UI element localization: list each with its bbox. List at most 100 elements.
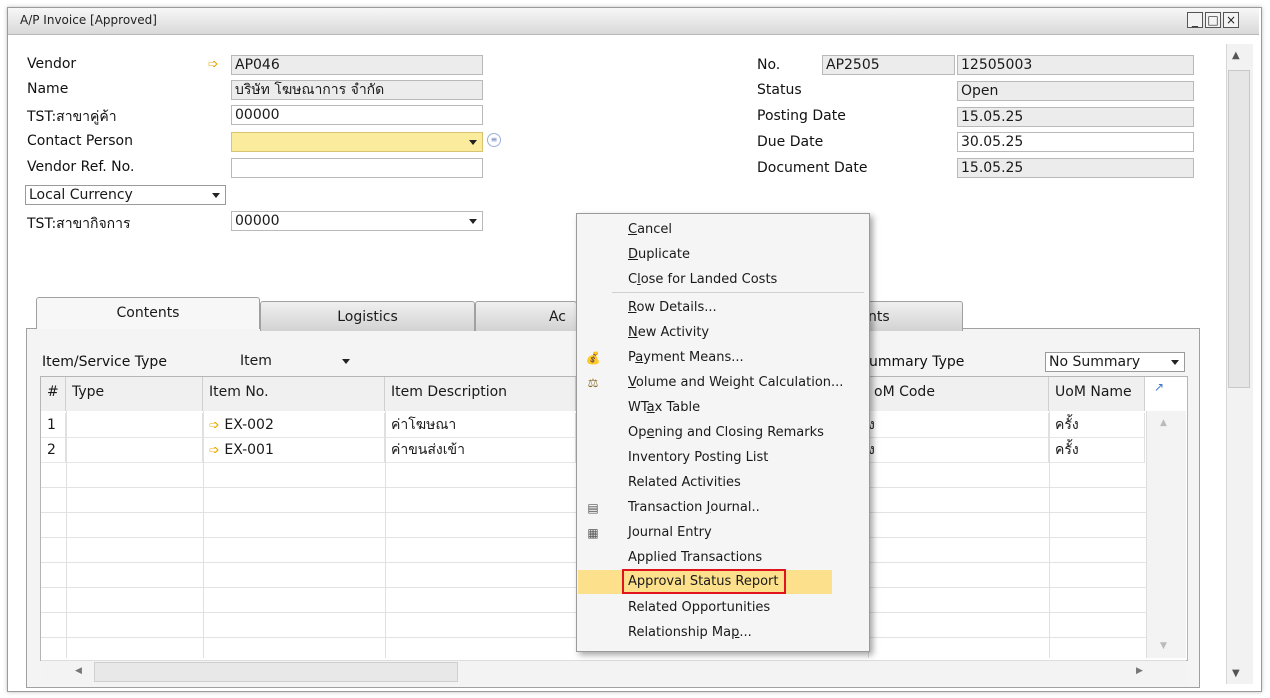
chevron-down-icon [1171,360,1179,365]
scroll-up-icon[interactable]: ▲ [1232,50,1240,61]
row1-num: 1 [41,413,66,438]
vendor-field[interactable]: AP046 [231,55,483,75]
menu-item-applied-transactions[interactable]: Applied Transactions [576,546,868,570]
name-field[interactable]: บริษัท โฆษณาการ จำกัด [231,80,483,100]
highlight-outline [622,569,786,594]
no-field[interactable]: 12505003 [957,55,1194,75]
vendor-label: Vendor [27,56,77,72]
status-field[interactable]: Open [957,81,1194,101]
mnemonic: V [628,375,636,390]
menu-item-new-activity[interactable]: New Activity [576,321,868,345]
col-divider [203,411,204,658]
mnemonic: C [628,222,638,237]
row1-item-no[interactable]: ➩ EX-002 [203,413,385,438]
no-series-field[interactable]: AP2505 [822,55,955,75]
contact-person-dropdown[interactable] [231,132,483,152]
due-date-field[interactable]: 30.05.25 [957,132,1194,152]
menu-item-label: olume and Weight Calculation... [635,375,844,390]
item-type-dropdown[interactable]: Item [237,352,355,372]
row2-num: 2 [41,438,66,463]
menu-item-journal-entry[interactable]: Journal Entry [576,521,868,545]
menu-item-label: ose for Landed Costs [640,272,778,287]
link-arrow-icon[interactable]: ➩ [209,443,220,458]
tst-biz-label: TST:สาขากิจการ [27,216,131,232]
h-scroll-thumb[interactable] [94,662,458,682]
scroll-up-icon[interactable]: ▲ [1160,418,1167,428]
menu-item-label: yment Means... [643,350,744,365]
menu-item-close-landed-costs[interactable]: Close for Landed Costs [576,268,868,292]
posting-date-field[interactable]: 15.05.25 [957,107,1194,127]
scroll-thumb[interactable] [1228,70,1250,388]
row2-uom-name[interactable]: ครั้ง [1049,438,1145,463]
row1-uom-name[interactable]: ครั้ง [1049,413,1145,438]
item-type-label: Item/Service Type [42,354,167,370]
col-divider [1049,411,1050,658]
summary-type-dropdown[interactable]: No Summary [1045,352,1185,372]
menu-item-label: WT [628,400,647,415]
menu-item-cancel[interactable]: Cancel [576,218,868,242]
menu-item-inventory-posting-list[interactable]: Inventory Posting List [576,446,868,470]
link-arrow-icon[interactable]: ➩ [209,418,220,433]
menu-item-label: C [628,272,638,287]
chevron-down-icon [469,140,477,145]
currency-value: Local Currency [29,187,133,203]
tab-logistics[interactable]: Logistics [260,301,475,331]
tst-branch-label: TST:สาขาคู่ค้า [27,109,117,125]
menu-item-opening-closing-remarks[interactable]: Opening and Closing Remarks [576,421,868,445]
grid-vertical-scrollbar[interactable] [1146,411,1186,658]
document-date-field[interactable]: 15.05.25 [957,158,1194,178]
col-header-type[interactable]: Type [66,377,203,411]
row1-description[interactable]: ค่าโฆษณา [385,413,576,438]
scroll-right-icon[interactable]: ▶ [1136,666,1143,676]
contact-person-label: Contact Person [27,133,133,149]
col-header-num[interactable]: # [41,377,66,411]
col-header-uom-name[interactable]: UoM Name [1049,377,1145,411]
mnemonic: N [628,325,638,340]
vendor-ref-label: Vendor Ref. No. [27,159,135,175]
col-divider [66,411,67,658]
row2-item-no[interactable]: ➩ EX-001 [203,438,385,463]
title-bar [8,8,1259,35]
col-header-item-no[interactable]: Item No. [203,377,385,411]
row2-type[interactable] [66,438,203,463]
scroll-down-icon[interactable]: ▼ [1160,641,1167,651]
menu-item-label: ning and Closing Remarks [654,425,824,440]
menu-item-payment-means[interactable]: Payment Means... [576,346,868,370]
menu-item-volume-weight[interactable]: Volume and Weight Calculation... [576,371,868,395]
row2-uom-code[interactable]: ง [868,438,1049,463]
window-title: A/P Invoice [Approved] [20,13,157,27]
expand-arrow-icon[interactable]: ↗ [1154,380,1164,394]
maximize-button[interactable]: □ [1205,12,1221,28]
currency-dropdown[interactable]: Local Currency [25,185,226,205]
col-header-item-description[interactable]: Item Description [385,377,576,411]
list-icon[interactable]: ≡ [487,133,501,147]
menu-item-label: Relationship Ma [628,625,732,640]
menu-item-relationship-map[interactable]: Relationship Map... [576,621,868,645]
status-label: Status [757,82,802,98]
close-button[interactable]: × [1223,12,1239,28]
minimize-button[interactable]: _ [1187,12,1203,28]
menu-item-related-activities[interactable]: Related Activities [576,471,868,495]
row1-type[interactable] [66,413,203,438]
tab-contents[interactable]: Contents [36,297,260,329]
due-date-label: Due Date [757,134,824,150]
menu-item-wtax-table[interactable]: WTax Table [576,396,868,420]
menu-item-row-details[interactable]: Row Details... [576,296,868,320]
tst-branch-field[interactable]: 00000 [231,105,483,125]
vendor-ref-field[interactable] [231,158,483,178]
summary-type-label: ummary Type [869,354,965,370]
tst-biz-dropdown[interactable]: 00000 [231,211,483,231]
row2-description[interactable]: ค่าขนส่งเข้า [385,438,576,463]
chevron-down-icon [469,219,477,224]
scroll-down-icon[interactable]: ▼ [1232,668,1240,679]
scroll-left-icon[interactable]: ◀ [75,666,82,676]
menu-item-duplicate[interactable]: Duplicate [576,243,868,267]
link-arrow-icon[interactable]: ➩ [208,57,219,72]
menu-item-label: ew Activity [637,325,710,340]
menu-item-transaction-journal[interactable]: Transaction Journal.. [576,496,868,520]
tab-accounting[interactable]: Ac [475,301,577,331]
mnemonic: D [628,247,639,262]
col-header-uom-code[interactable]: oM Code [868,377,1049,411]
menu-item-related-opportunities[interactable]: Related Opportunities [576,596,868,620]
row1-uom-code[interactable]: ง [868,413,1049,438]
